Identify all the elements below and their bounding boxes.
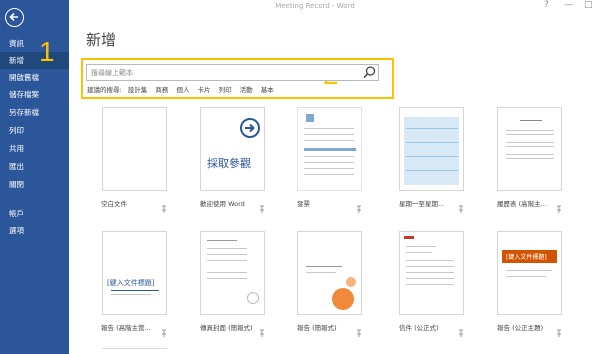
sidebar-item-close[interactable]: 關閉 xyxy=(0,176,69,193)
suggestion-link[interactable]: 列印 xyxy=(219,84,232,94)
template-report-formal[interactable]: [鍵入文件標題] xyxy=(497,231,562,315)
pin-icon[interactable] xyxy=(458,198,464,213)
welcome-thumb-text: 採取參觀 xyxy=(207,157,251,170)
template-label: 傳真封面 (簡報式) xyxy=(200,324,253,332)
page-title: 新增 xyxy=(86,31,117,49)
suggestion-link[interactable]: 卡片 xyxy=(198,84,211,94)
pin-icon[interactable] xyxy=(356,198,362,213)
sidebar-item-options[interactable]: 選項 xyxy=(0,222,69,239)
sidebar-item-share[interactable]: 共用 xyxy=(0,140,69,157)
template-invoice[interactable] xyxy=(297,107,362,191)
back-arrow-icon[interactable] xyxy=(5,8,24,27)
sidebar-item-account[interactable]: 帳戶 xyxy=(0,205,69,222)
suggestion-link[interactable]: 商務 xyxy=(155,84,168,94)
template-label: 歡迎使用 Word xyxy=(200,200,245,208)
template-row-partial xyxy=(102,348,167,354)
template-blank-document[interactable] xyxy=(102,107,167,191)
suggestion-link[interactable]: 活動 xyxy=(240,84,253,94)
search-icon[interactable] xyxy=(362,65,377,80)
window-title: Meeting Record - Word xyxy=(275,2,355,10)
template-label: 空白文件 xyxy=(101,200,127,208)
suggestion-link[interactable]: 設計集 xyxy=(128,84,148,94)
template-label: 信件 (公正式) xyxy=(399,324,439,332)
template-label: 發票 xyxy=(297,200,310,208)
sidebar-item-open[interactable]: 開啟舊檔 xyxy=(0,69,69,86)
pin-icon[interactable] xyxy=(161,322,167,337)
pin-icon[interactable] xyxy=(556,322,562,337)
minimize-button[interactable]: — xyxy=(564,0,573,10)
template-label: 報告 (高階主管... xyxy=(101,324,151,332)
sidebar-item-info[interactable]: 資訊 xyxy=(0,35,69,52)
maximize-button[interactable]: □ xyxy=(584,0,593,10)
suggestion-link[interactable]: 個人 xyxy=(176,84,189,94)
pin-icon[interactable] xyxy=(259,322,265,337)
sidebar-item-print[interactable]: 列印 xyxy=(0,122,69,139)
word-backstage-new: 資訊 新增 開啟舊檔 儲存檔案 另存新檔 列印 共用 匯出 關閉 帳戶 選項 M… xyxy=(0,0,600,354)
sidebar-item-save[interactable]: 儲存檔案 xyxy=(0,86,69,103)
pin-icon[interactable] xyxy=(161,198,167,213)
template-weekly-calendar[interactable] xyxy=(399,107,464,191)
pin-icon[interactable] xyxy=(259,198,265,213)
template-label: 星期一至星期... xyxy=(399,200,445,208)
report-thumb-title: [鍵入文件標題] xyxy=(107,279,155,287)
template-letter-formal[interactable] xyxy=(399,231,464,315)
template-label: 報告 (簡報式) xyxy=(297,324,337,332)
search-input[interactable] xyxy=(87,65,357,80)
sidebar-item-new[interactable]: 新增 xyxy=(0,52,69,69)
template-resume-executive[interactable] xyxy=(497,107,562,191)
template-label: 報告 (公正主題) xyxy=(497,324,544,332)
suggested-searches: 建議的搜尋: 設計集 商務 個人 卡片 列印 活動 基本 xyxy=(87,84,280,94)
search-field xyxy=(86,64,379,81)
template-fax-cover[interactable] xyxy=(200,231,265,315)
suggestion-link[interactable]: 基本 xyxy=(261,84,274,94)
annotation-number-1: 1 xyxy=(39,36,55,67)
help-button[interactable]: ? xyxy=(544,0,549,10)
template-report-presentation[interactable] xyxy=(297,231,362,315)
backstage-sidebar: 資訊 新增 開啟舊檔 儲存檔案 另存新檔 列印 共用 匯出 關閉 帳戶 選項 xyxy=(0,0,69,354)
pin-icon[interactable] xyxy=(458,322,464,337)
sidebar-item-save-as[interactable]: 另存新檔 xyxy=(0,104,69,121)
report-formal-thumb-title: [鍵入文件標題] xyxy=(506,254,547,261)
arrow-circle-icon xyxy=(240,118,260,138)
suggested-searches-label: 建議的搜尋: xyxy=(87,86,122,94)
pin-icon[interactable] xyxy=(556,198,562,213)
pin-icon[interactable] xyxy=(356,322,362,337)
template-report-executive[interactable]: [鍵入文件標題] xyxy=(102,231,167,315)
template-label: 履歷表 (高階主... xyxy=(497,200,547,208)
sidebar-item-export[interactable]: 匯出 xyxy=(0,158,69,175)
template-welcome-word[interactable]: 採取參觀 xyxy=(200,107,265,191)
